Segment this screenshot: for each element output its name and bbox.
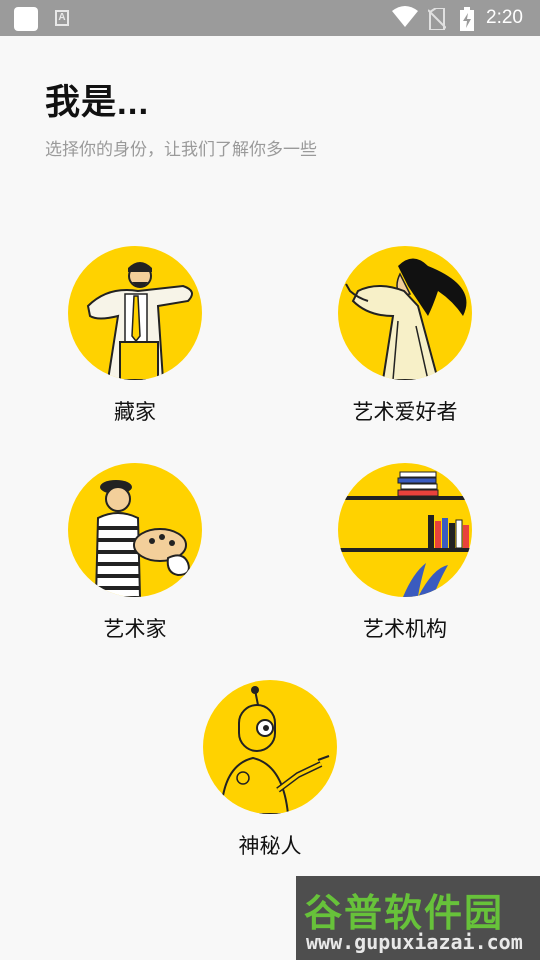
institution-illustration-icon bbox=[338, 463, 472, 597]
page-subtitle: 选择你的身份，让我们了解你多一些 bbox=[45, 140, 317, 159]
watermark-name: 谷普软件园 bbox=[304, 891, 505, 935]
a-notification-icon: A bbox=[55, 10, 69, 26]
page-title: 我是... bbox=[45, 83, 150, 122]
role-label-artist: 艺术家 bbox=[103, 618, 167, 641]
watermark-url: www.gupuxiazai.com bbox=[306, 930, 523, 954]
role-label-art-lover: 艺术爱好者 bbox=[352, 401, 458, 424]
artist-illustration-icon bbox=[68, 463, 202, 597]
watermark: 谷普软件园 www.gupuxiazai.com bbox=[296, 876, 540, 960]
wifi-icon bbox=[392, 6, 418, 27]
status-bar: A 2:20 bbox=[0, 0, 540, 36]
role-option-collector[interactable]: 藏家 bbox=[35, 246, 235, 426]
role-label-mystery: 神秘人 bbox=[238, 835, 302, 858]
mystery-robot-illustration-icon bbox=[203, 680, 337, 814]
role-option-mystery[interactable]: 神秘人 bbox=[170, 680, 370, 860]
role-option-art-lover[interactable]: 艺术爱好者 bbox=[305, 246, 505, 426]
battery-charging-icon bbox=[460, 7, 474, 31]
art-lover-illustration-icon bbox=[338, 246, 472, 380]
role-label-institution: 艺术机构 bbox=[363, 618, 447, 641]
app-notification-icon bbox=[14, 7, 38, 31]
role-option-institution[interactable]: 艺术机构 bbox=[305, 463, 505, 643]
no-sim-icon bbox=[428, 8, 446, 30]
status-time: 2:20 bbox=[486, 7, 523, 28]
role-option-artist[interactable]: 艺术家 bbox=[35, 463, 235, 643]
collector-illustration-icon bbox=[68, 246, 202, 380]
role-label-collector: 藏家 bbox=[114, 401, 156, 424]
